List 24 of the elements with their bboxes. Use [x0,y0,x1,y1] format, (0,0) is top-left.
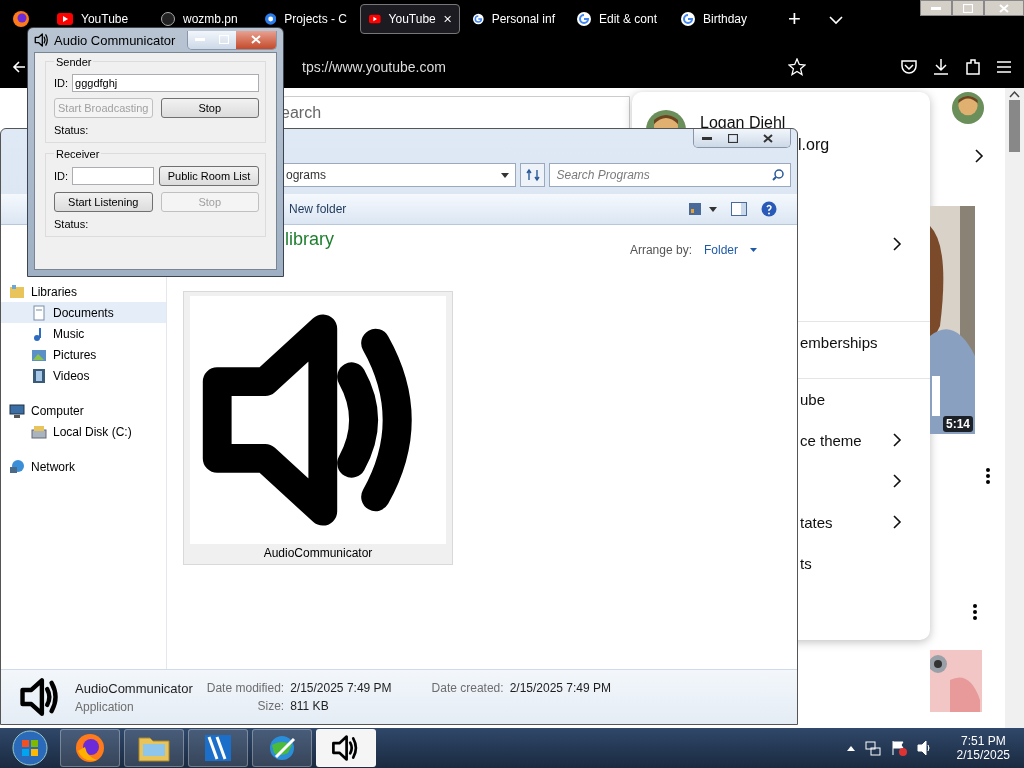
detail-label: Date created: [431,681,504,695]
status-label: Status: [54,124,90,136]
detail-value: 2/15/2025 7:49 PM [290,681,392,695]
menu-item-label: tates [800,513,833,531]
status-label: Status: [54,218,90,230]
menu-item-label: emberships [800,333,878,351]
menu-item-label: ce theme [800,431,862,449]
id-label: ID: [54,170,69,182]
group-title: Sender [54,56,94,68]
menu-item-label: ube [800,390,826,408]
id-label: ID: [54,77,69,89]
video-duration: 5:14 [942,416,973,432]
window-title: Audio Communicator [54,32,177,48]
detail-label: Size: [256,699,285,713]
arrange-label: Arrange by: [629,243,692,257]
file-name: AudioCommunicator [75,680,193,696]
library-title: library [285,229,334,250]
account-email: l.org [798,136,830,154]
detail-label: Date modified: [206,681,285,695]
detail-value: 2/15/2025 7:49 PM [509,681,612,695]
detail-value: 811 KB [290,699,330,713]
menu-item-label: ts [800,554,812,572]
group-title: Receiver [54,148,102,160]
file-type: Application [75,699,135,714]
